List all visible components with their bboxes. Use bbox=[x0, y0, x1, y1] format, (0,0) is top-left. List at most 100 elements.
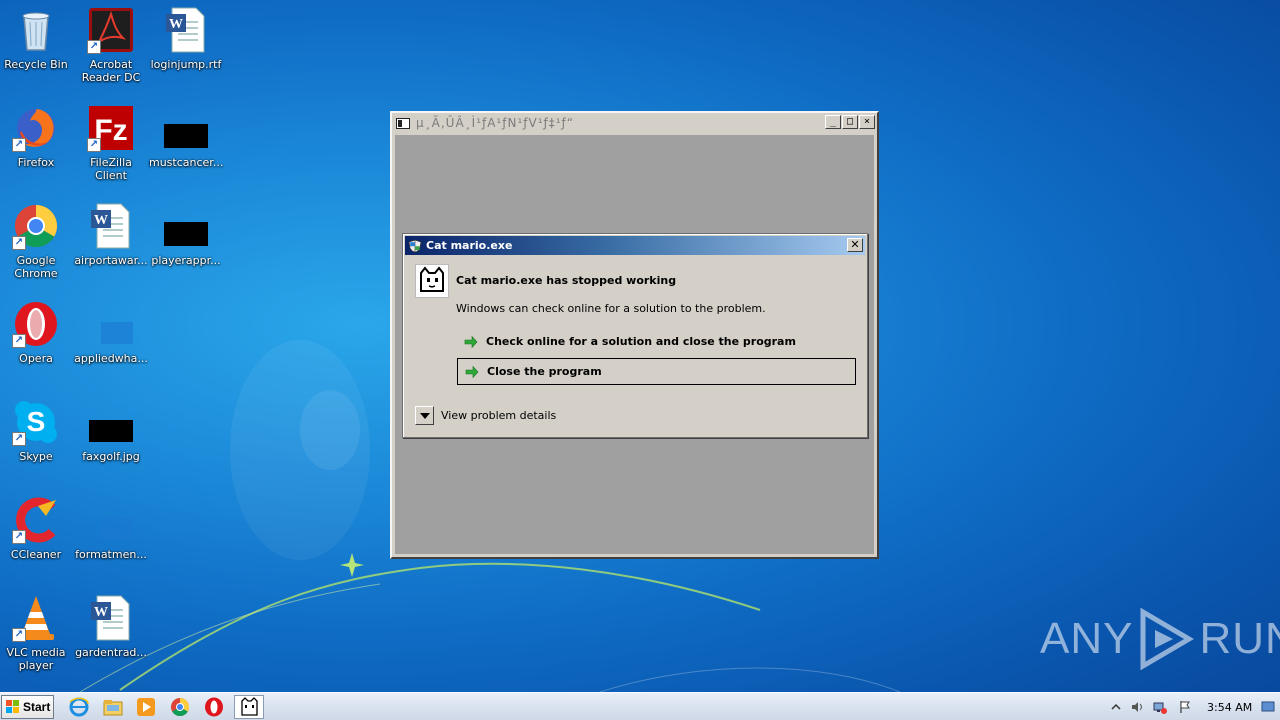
desktop-icon-label: faxgolf.jpg bbox=[82, 450, 140, 463]
desktop-icon-acrobat-reader[interactable]: ↗ Acrobat Reader DC bbox=[74, 6, 148, 84]
firefox-icon: ↗ bbox=[12, 104, 60, 152]
close-program-label: Close the program bbox=[487, 365, 602, 378]
notification-icon[interactable] bbox=[1261, 700, 1275, 714]
desktop-icon-label: FileZilla Client bbox=[90, 156, 132, 182]
action-center-flag-icon[interactable] bbox=[1178, 700, 1192, 714]
shortcut-arrow-icon: ↗ bbox=[12, 236, 26, 250]
clock[interactable]: 3:54 AM bbox=[1207, 701, 1252, 714]
cat-app-icon bbox=[241, 697, 258, 716]
desktop-icon-appliedwha[interactable]: appliedwha... bbox=[74, 300, 148, 365]
ccleaner-icon: ↗ bbox=[12, 496, 60, 544]
error-dialog-titlebar[interactable]: Cat mario.exe ✕ bbox=[405, 236, 865, 255]
windows-logo-icon bbox=[6, 700, 19, 713]
media-player-icon[interactable] bbox=[135, 696, 157, 718]
start-button[interactable]: Start bbox=[1, 695, 54, 719]
shortcut-arrow-icon: ↗ bbox=[12, 530, 26, 544]
network-icon[interactable] bbox=[1153, 700, 1167, 714]
game-window-titlebar[interactable]: µ¸Ã‚ÛÂ¸Ì¹ƒA¹ƒN¹ƒV¹ƒ‡¹ƒ“ _ □ × bbox=[392, 113, 877, 133]
word-document-icon: W bbox=[87, 594, 135, 642]
start-label: Start bbox=[23, 700, 51, 714]
check-online-button[interactable]: Check online for a solution and close th… bbox=[457, 328, 856, 355]
shield-icon bbox=[408, 239, 422, 253]
file-icon bbox=[162, 202, 210, 250]
desktop-icon-label: Firefox bbox=[17, 156, 55, 169]
play-logo-icon bbox=[1140, 608, 1195, 670]
desktop-icon-google-chrome[interactable]: ↗ Google Chrome bbox=[0, 202, 73, 280]
svg-text:W: W bbox=[94, 605, 108, 620]
chrome-icon[interactable] bbox=[169, 696, 191, 718]
window-icon bbox=[396, 117, 410, 129]
opera-icon[interactable] bbox=[203, 696, 225, 718]
desktop-icon-filezilla[interactable]: Fz ↗ FileZilla Client bbox=[74, 104, 148, 182]
desktop-icon-label: Recycle Bin bbox=[4, 58, 68, 71]
desktop-icon-ccleaner[interactable]: ↗ CCleaner bbox=[0, 496, 73, 561]
desktop-icon-playerappr[interactable]: playerappr... bbox=[149, 202, 223, 267]
desktop-icon-label: formatmen... bbox=[75, 548, 147, 561]
error-heading: Cat mario.exe has stopped working bbox=[456, 274, 677, 287]
cat-mario-taskbar-button[interactable] bbox=[234, 695, 264, 719]
desktop-icon-label: VLC media player bbox=[6, 646, 66, 672]
desktop-icon-label: Skype bbox=[19, 450, 53, 463]
shortcut-arrow-icon: ↗ bbox=[87, 138, 101, 152]
desktop-icon-opera[interactable]: ↗ Opera bbox=[0, 300, 73, 365]
vlc-cone-icon: ↗ bbox=[12, 594, 60, 642]
shortcut-arrow-icon: ↗ bbox=[12, 334, 26, 348]
close-button[interactable]: × bbox=[859, 115, 875, 129]
image-file-icon bbox=[87, 398, 135, 446]
error-message: Windows can check online for a solution … bbox=[456, 302, 766, 315]
desktop-icon-mustcancer[interactable]: mustcancer... bbox=[149, 104, 223, 169]
shortcut-arrow-icon: ↗ bbox=[12, 432, 26, 446]
game-window-title: µ¸Ã‚ÛÂ¸Ì¹ƒA¹ƒN¹ƒV¹ƒ‡¹ƒ“ bbox=[416, 116, 574, 130]
skype-icon: S ↗ bbox=[12, 398, 60, 446]
file-explorer-icon[interactable] bbox=[102, 696, 124, 718]
error-dialog-title: Cat mario.exe bbox=[426, 239, 513, 252]
desktop-icon-recycle-bin[interactable]: Recycle Bin bbox=[0, 6, 73, 71]
minimize-button[interactable]: _ bbox=[825, 115, 841, 129]
desktop-icon-faxgolf[interactable]: faxgolf.jpg bbox=[74, 398, 148, 463]
desktop-icon-label: Acrobat Reader DC bbox=[81, 58, 141, 84]
close-program-button[interactable]: Close the program bbox=[457, 358, 856, 385]
internet-explorer-icon[interactable] bbox=[68, 696, 90, 718]
shortcut-arrow-icon: ↗ bbox=[12, 138, 26, 152]
desktop-icon-skype[interactable]: S ↗ Skype bbox=[0, 398, 73, 463]
close-button[interactable]: ✕ bbox=[847, 238, 863, 252]
desktop-icon-label: gardentrad... bbox=[75, 646, 147, 659]
desktop-icon-vlc[interactable]: ↗ VLC media player bbox=[0, 594, 73, 672]
desktop-icon-label: appliedwha... bbox=[74, 352, 148, 365]
svg-text:S: S bbox=[27, 406, 46, 437]
desktop-icon-formatmen[interactable]: formatmen... bbox=[74, 496, 148, 561]
desktop-icon-label: playerappr... bbox=[151, 254, 221, 267]
recycle-bin-icon bbox=[12, 6, 60, 54]
cat-app-icon bbox=[415, 264, 449, 298]
word-document-icon: W bbox=[162, 6, 210, 54]
desktop-icon-label: Google Chrome bbox=[14, 254, 58, 280]
desktop: Recycle Bin ↗ Firefox ↗ Google Chrome ↗ … bbox=[0, 0, 1280, 692]
acrobat-icon: ↗ bbox=[87, 6, 135, 54]
error-dialog[interactable]: Cat mario.exe ✕ Cat mario.exe has stoppe… bbox=[402, 233, 868, 438]
maximize-button[interactable]: □ bbox=[842, 115, 858, 129]
desktop-icon-loginjump[interactable]: W loginjump.rtf bbox=[149, 6, 223, 71]
volume-icon[interactable] bbox=[1130, 700, 1144, 714]
desktop-icon-label: loginjump.rtf bbox=[150, 58, 222, 71]
chevron-down-icon[interactable] bbox=[415, 406, 434, 425]
desktop-icon-gardentrad[interactable]: W gardentrad... bbox=[74, 594, 148, 659]
svg-text:W: W bbox=[94, 213, 108, 228]
chevron-up-icon[interactable] bbox=[1109, 700, 1123, 714]
word-document-icon: W bbox=[87, 202, 135, 250]
desktop-icon-label: mustcancer... bbox=[149, 156, 224, 169]
file-icon bbox=[162, 104, 210, 152]
shortcut-arrow-icon: ↗ bbox=[12, 628, 26, 642]
green-arrow-icon bbox=[464, 335, 478, 348]
desktop-icon-airportawar[interactable]: W airportawar... bbox=[74, 202, 148, 267]
desktop-icon-label: CCleaner bbox=[10, 548, 62, 561]
view-problem-details[interactable]: View problem details bbox=[415, 406, 556, 425]
desktop-icon-firefox[interactable]: ↗ Firefox bbox=[0, 104, 73, 169]
anyrun-watermark: ANY RUN bbox=[1040, 608, 1280, 670]
file-icon bbox=[87, 300, 135, 348]
watermark-text-left: ANY bbox=[1040, 614, 1134, 663]
taskbar: Start 3:54 AM bbox=[0, 692, 1280, 720]
watermark-text-right: RUN bbox=[1199, 614, 1280, 663]
check-online-label: Check online for a solution and close th… bbox=[486, 335, 796, 348]
desktop-icon-label: Opera bbox=[19, 352, 53, 365]
svg-text:W: W bbox=[169, 17, 183, 32]
